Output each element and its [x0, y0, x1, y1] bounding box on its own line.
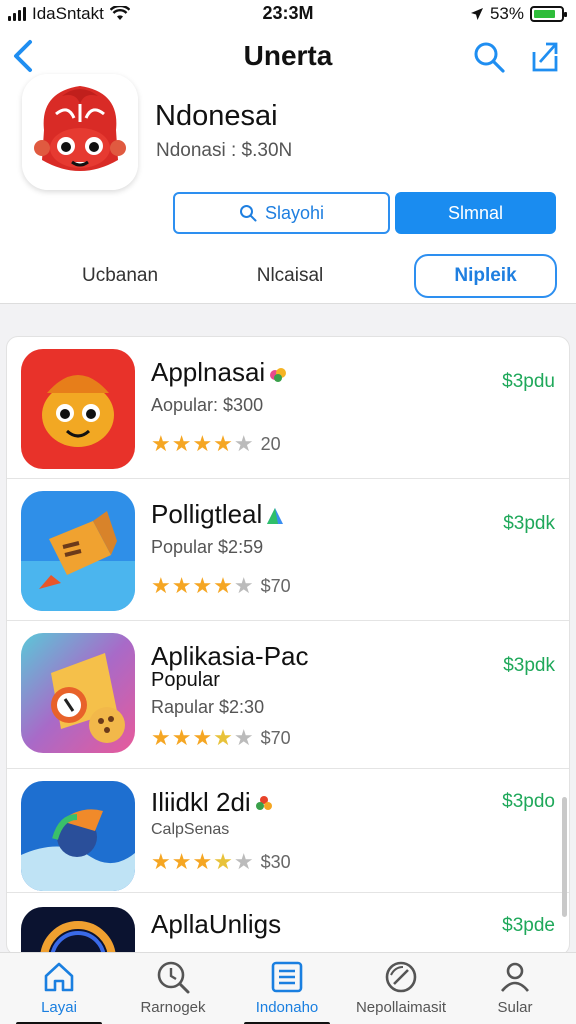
tab-label: Nipleik [454, 265, 517, 286]
app-icon [21, 491, 135, 611]
user-icon [500, 962, 530, 992]
tabbar-item-profile[interactable]: Sular [460, 959, 570, 1016]
list-item[interactable]: ApllaUnligs $3pde [7, 893, 569, 955]
triangle-badge-icon [267, 508, 284, 525]
globe-wave-icon [21, 781, 135, 891]
app-subtitle: CalpSenas [151, 821, 230, 838]
list-icon [271, 961, 303, 993]
app-subtitle: Popular $2:59 [151, 537, 264, 557]
app-list: Applnasai Aopular: $300 ★★★★★ 20 $3pdu P… [6, 336, 570, 956]
primary-button-label: Slmnal [447, 202, 504, 223]
battery-percent: 53% [489, 4, 524, 23]
tab-nlcaisal[interactable]: Nlcaisal [210, 254, 370, 298]
search-icon[interactable] [472, 40, 506, 74]
app-name: Iliidkl 2di [151, 787, 273, 818]
app-price-button[interactable]: $3pdu [502, 371, 555, 393]
search-button[interactable]: Slayohi [173, 192, 390, 234]
app-rating: ★★★★★ 20 [151, 431, 281, 457]
list-item[interactable]: Aplikasia-Pac Popular Rapular $2:30 ★★★★… [7, 621, 569, 769]
home-icon [44, 962, 74, 992]
tab-nipleik[interactable]: Nipleik [414, 254, 557, 298]
status-bar: IdaSntakt 23:3M 53% [0, 0, 576, 26]
app-header: Unerta Ndonesai Ndonasi : $.30N Slayohi … [0, 26, 576, 304]
app-subtitle: Rapular $2:30 [151, 697, 265, 717]
list-item[interactable]: Iliidkl 2di CalpSenas ★★★★★ $30 $3pdo [7, 769, 569, 893]
app-price-button[interactable]: $3pdk [503, 513, 555, 535]
clock-search-icon [157, 961, 190, 994]
flower-badge-icon [255, 796, 272, 811]
tab-label: Ucbanan [81, 265, 159, 286]
share-icon[interactable] [528, 40, 562, 74]
tabbar-label: Indonaho [255, 999, 319, 1016]
location-arrow-icon [470, 8, 483, 20]
compass-cookie-icon [21, 633, 135, 753]
monkey-icon [21, 349, 135, 469]
search-button-label: Slayohi [264, 202, 325, 223]
battery-icon [530, 6, 567, 22]
list-item[interactable]: Polligtleal Popular $2:59 ★★★★★ $70 $3pd… [7, 479, 569, 621]
app-rating: ★★★★★ $30 [151, 849, 291, 875]
app-price-button[interactable]: $3pde [502, 915, 555, 937]
tabbar-label: Nepollaimasit [355, 999, 447, 1016]
hero-app-name: Ndonesai [155, 100, 278, 132]
tabbar-label: Sular [497, 999, 533, 1016]
ring-icon [21, 907, 135, 955]
rating-count: 20 [260, 433, 281, 454]
app-price-button[interactable]: $3pdo [502, 791, 555, 813]
status-right: 53% [470, 4, 567, 24]
star-rating: ★★★★★ [151, 431, 255, 456]
tab-ucbanan[interactable]: Ucbanan [40, 254, 200, 298]
app-name: ApllaUnligs [151, 909, 282, 939]
paint-badge-icon [270, 368, 287, 383]
tab-label: Nlcaisal [256, 265, 324, 286]
list-item[interactable]: Applnasai Aopular: $300 ★★★★★ 20 $3pdu [7, 337, 569, 479]
tabbar-item-gauge[interactable]: Nepollaimasit [346, 959, 456, 1016]
tabbar-label: Layai [41, 999, 77, 1016]
app-name: Applnasai [151, 357, 287, 388]
segment-tabs: Ucbanan Nlcaisal Nipleik [0, 254, 576, 300]
app-icon [21, 633, 135, 753]
gauge-icon [385, 961, 417, 993]
tabbar-item-home[interactable]: Layai [4, 959, 114, 1024]
app-name: Polligtleal [151, 499, 284, 530]
rating-count: $70 [260, 727, 291, 748]
star-rating: ★★★★★ [151, 849, 255, 874]
app-category: Popular [151, 669, 220, 691]
tabbar-item-search[interactable]: Rarnogek [118, 959, 228, 1016]
app-price-button[interactable]: $3pdk [503, 655, 555, 677]
star-rating: ★★★★★ [151, 725, 255, 750]
primary-button[interactable]: Slmnal [395, 192, 556, 234]
app-icon [21, 907, 135, 955]
app-rating: ★★★★★ $70 [151, 573, 291, 599]
star-rating: ★★★★★ [151, 573, 255, 598]
tabbar-label: Rarnogek [140, 999, 206, 1016]
app-icon [21, 349, 135, 469]
search-icon [239, 205, 257, 222]
battery-fill [534, 10, 555, 18]
hero-price-line: Ndonasi : $.30N [156, 140, 293, 161]
app-subtitle: Aopular: $300 [151, 395, 264, 415]
rocket-box-icon [21, 491, 135, 611]
app-icon [21, 781, 135, 891]
scrollbar[interactable] [562, 797, 567, 917]
rating-count: $70 [260, 575, 291, 596]
rating-count: $30 [260, 851, 291, 872]
nav-actions [472, 40, 562, 74]
app-name: Aplikasia-Pac [151, 641, 309, 671]
mascot-icon [22, 74, 138, 190]
bottom-tab-bar: Layai Rarnogek Indonaho Nepollaimasit Su… [0, 952, 576, 1024]
tabbar-item-list[interactable]: Indonaho [232, 959, 342, 1024]
hero-app-icon [22, 74, 138, 190]
app-rating: ★★★★★ $70 [151, 725, 291, 751]
